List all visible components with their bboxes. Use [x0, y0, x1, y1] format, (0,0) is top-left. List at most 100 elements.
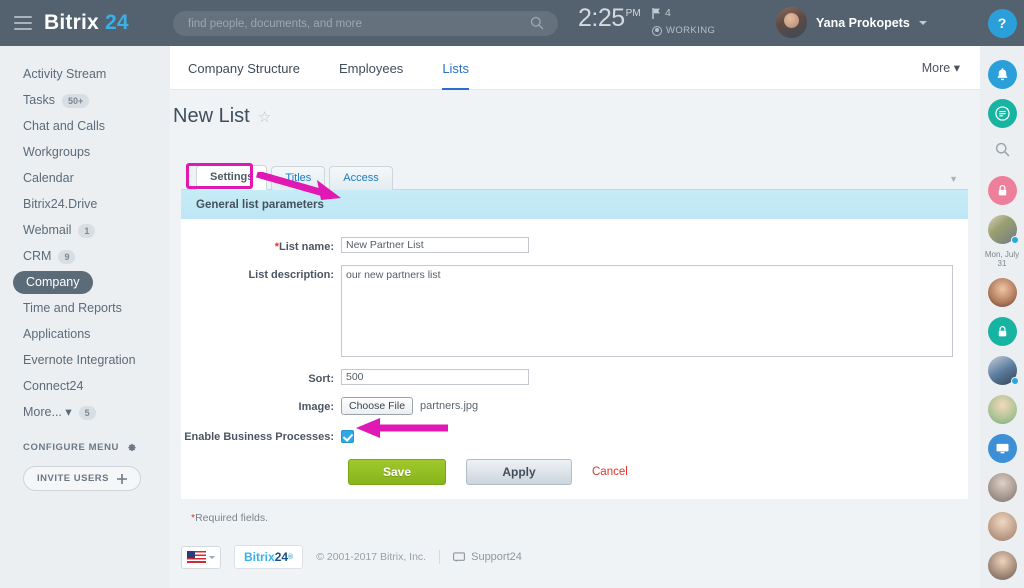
help-button[interactable]: ?	[987, 8, 1017, 38]
flag-counter[interactable]: 4	[652, 7, 671, 19]
subtab-settings[interactable]: Settings	[196, 165, 268, 190]
global-search[interactable]	[173, 11, 558, 36]
sidebar-item-more[interactable]: More... ▾ 5	[0, 400, 170, 425]
subtab-label: Settings	[210, 171, 254, 183]
enable-business-processes-checkbox[interactable]	[341, 430, 354, 443]
tab-lists[interactable]: Lists	[442, 46, 469, 90]
rail-search-button[interactable]	[980, 142, 1024, 160]
rail-avatar-2[interactable]	[980, 356, 1024, 385]
online-status-dot	[1011, 377, 1019, 385]
image-file-name: partners.jpg	[420, 400, 479, 412]
favorite-star-icon[interactable]: ☆	[258, 108, 271, 126]
sidebar-item-company[interactable]: Company	[0, 270, 170, 295]
work-status-label: WORKING	[666, 25, 716, 36]
menu-burger-icon[interactable]	[14, 16, 32, 30]
sidebar-item-workgroups[interactable]: Workgroups	[0, 140, 170, 165]
sidebar-item-evernote-integration[interactable]: Evernote Integration	[0, 348, 170, 373]
sidebar-item-label: Evernote Integration	[23, 353, 136, 367]
right-rail: ? Mon, July 31	[980, 0, 1024, 588]
sidebar-item-tasks[interactable]: Tasks 50+	[0, 88, 170, 113]
tab-label: Company Structure	[188, 60, 300, 76]
sidebar-item-connect24[interactable]: Connect24	[0, 374, 170, 399]
search-icon	[530, 16, 544, 35]
plus-icon	[117, 473, 127, 484]
tab-employees[interactable]: Employees	[339, 46, 403, 90]
sidebar-item-time-and-reports[interactable]: Time and Reports	[0, 296, 170, 321]
presentation-button[interactable]	[980, 434, 1024, 463]
field-row-business-processes: Enable Business Processes:	[181, 427, 968, 443]
sidebar-item-chat-and-calls[interactable]: Chat and Calls	[0, 114, 170, 139]
sidebar-item-label: Workgroups	[23, 145, 91, 159]
subtab-titles[interactable]: Titles	[271, 166, 326, 190]
rail-avatar-1[interactable]	[980, 278, 1024, 307]
flag-icon	[652, 7, 660, 19]
app-logo-text: Bitrix	[44, 11, 99, 34]
sidebar-item-label: Bitrix24.Drive	[23, 197, 98, 211]
help-icon: ?	[997, 15, 1007, 31]
sidebar-nav: Activity Stream Tasks 50+ Chat and Calls …	[0, 46, 170, 425]
invite-users-button[interactable]: INVITE USERS	[23, 466, 141, 491]
subtab-access[interactable]: Access	[329, 166, 393, 190]
tab-company-structure[interactable]: Company Structure	[188, 46, 300, 90]
screen-share-icon	[987, 434, 1017, 463]
chevron-down-icon	[209, 555, 215, 559]
sort-input[interactable]	[341, 369, 529, 385]
sidebar-item-crm[interactable]: CRM 9	[0, 244, 170, 269]
support24-label: Support24	[471, 551, 522, 563]
avatar	[776, 7, 807, 38]
sidebar-badge: 5	[78, 405, 96, 420]
rail-avatar-3[interactable]	[980, 395, 1024, 424]
sidebar-item-webmail[interactable]: Webmail 1	[0, 218, 170, 243]
left-sidebar: Activity Stream Tasks 50+ Chat and Calls …	[0, 46, 170, 588]
cancel-button[interactable]: Cancel	[592, 466, 628, 478]
field-row-image: Image: Choose File partners.jpg	[181, 397, 968, 415]
rail-avatar-group[interactable]	[980, 215, 1024, 244]
page-header: New List ☆	[170, 90, 980, 143]
search-icon	[995, 142, 1010, 160]
app-logo[interactable]: Bitrix 24	[44, 11, 129, 35]
list-name-input[interactable]	[341, 237, 529, 253]
page-footer: Bitrix 24 ® © 2001-2017 Bitrix, Inc. Suppo…	[181, 545, 522, 569]
sidebar-item-activity-stream[interactable]: Activity Stream	[0, 62, 170, 87]
choose-file-button[interactable]: Choose File	[341, 397, 414, 415]
notifications-button[interactable]	[980, 60, 1024, 89]
chevron-down-icon: ▾	[953, 61, 960, 75]
locked-item-pink[interactable]	[980, 176, 1024, 205]
avatar	[987, 551, 1017, 580]
avatar	[987, 395, 1017, 424]
section-header: General list parameters	[181, 190, 968, 219]
apply-button[interactable]: Apply	[466, 459, 572, 485]
sidebar-badge: 50+	[61, 93, 90, 108]
rail-avatar-6[interactable]	[980, 551, 1024, 580]
sidebar-item-applications[interactable]: Applications	[0, 322, 170, 347]
form-actions: Save Apply Cancel	[348, 459, 968, 485]
rail-avatar-4[interactable]	[980, 473, 1024, 502]
list-description-label: List description:	[248, 269, 334, 281]
work-status[interactable]: WORKING	[652, 25, 715, 36]
rail-top-section: ?	[980, 0, 1024, 46]
list-description-textarea[interactable]	[341, 265, 953, 357]
tab-more[interactable]: More ▾	[922, 60, 960, 75]
bitrix24-logo-badge[interactable]: Bitrix 24 ®	[234, 545, 304, 569]
chevron-down-icon[interactable]: ▼	[949, 174, 958, 184]
save-button[interactable]: Save	[348, 459, 446, 485]
support24-link[interactable]: Support24	[453, 551, 522, 563]
chevron-down-icon	[918, 20, 927, 25]
locked-item-teal[interactable]	[980, 317, 1024, 346]
sidebar-item-calendar[interactable]: Calendar	[0, 166, 170, 191]
user-name: Yana Prokopets	[816, 15, 910, 30]
rail-avatar-5[interactable]	[980, 512, 1024, 541]
clock-ampm: PM	[625, 8, 641, 19]
messenger-button[interactable]	[980, 99, 1024, 128]
sidebar-item-bitrix24-drive[interactable]: Bitrix24.Drive	[0, 192, 170, 217]
language-selector[interactable]	[181, 545, 221, 569]
configure-menu-button[interactable]: CONFIGURE MENU	[0, 442, 170, 453]
rail-date: Mon, July 31	[984, 250, 1020, 268]
registered-icon: ®	[288, 553, 294, 561]
user-menu[interactable]: Yana Prokopets	[776, 7, 927, 38]
sidebar-item-label: Applications	[23, 327, 91, 341]
bell-icon	[987, 60, 1017, 89]
logo-part-two: 24	[274, 550, 289, 564]
search-input[interactable]	[173, 16, 503, 31]
sidebar-item-label: Calendar	[23, 171, 74, 185]
